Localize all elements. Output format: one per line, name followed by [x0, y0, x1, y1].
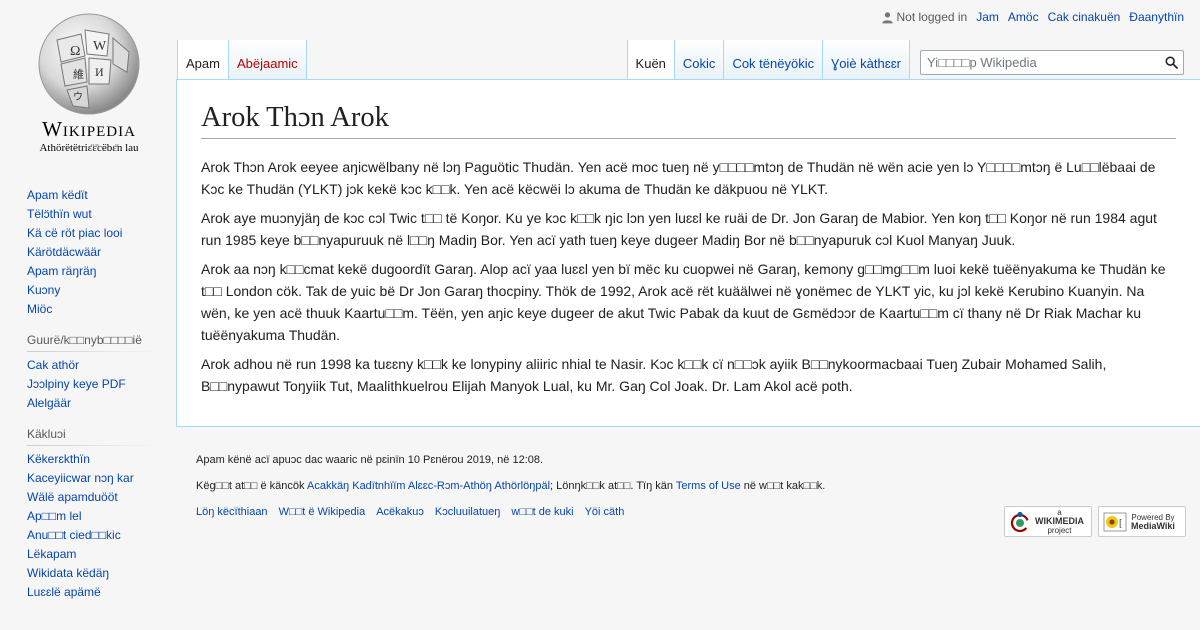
tab-talk[interactable]: Abëjaamic — [228, 40, 307, 80]
personal-tools: Not logged in Jam Amöc Cak cinakuën Ɖaan… — [881, 10, 1184, 24]
license-text-mid: ; Lönŋk□□k at□□. Tïŋ kän — [550, 480, 674, 492]
personal-link-login[interactable]: Ɖaanythïn — [1129, 10, 1184, 24]
search-box — [920, 50, 1184, 75]
sidebar-heading-print: Guurë/k□□nyb□□□□ië — [27, 333, 157, 352]
license-link[interactable]: Acakkäŋ Kadïtnhïïm Alɛɛc-Rɔm-Athöŋ Athör… — [307, 480, 550, 492]
wikimedia-badge-text: a WIKIMEDIA project — [1035, 508, 1084, 535]
sidebar-item-community-portal[interactable]: Tëlɔ̈thïn wut — [27, 207, 92, 221]
footer-icons: a WIKIMEDIA project [ Powered By MediaWi… — [1004, 506, 1186, 537]
sidebar-item-what-links-here[interactable]: Këkerɛkthïn — [27, 452, 90, 466]
license-text-pre: Këg□□t at□□ ë käncök — [196, 480, 305, 492]
personal-link-talk[interactable]: Jam — [976, 10, 999, 24]
page-title: Arok Thɔn Arok — [201, 100, 1176, 139]
wordmark: Wikipedia — [42, 117, 136, 141]
sidebar-item-main-page[interactable]: Apam këdït — [27, 188, 88, 202]
tab-edit-source[interactable]: Cok tënëyökic — [724, 40, 824, 80]
paragraph-1: Arok Thɔn Arok eeyee aŋicwëlbany në lɔŋ … — [201, 158, 1156, 197]
sidebar: Apam këdït Tëlɔ̈thïn wut Kä cë röt piac … — [27, 186, 157, 602]
footer-link-about[interactable]: W□□t ë Wikipedia — [279, 506, 366, 518]
footer-last-edited: Apam kënë acï apuɔc dac waaric në pɛinïn… — [196, 454, 544, 466]
paragraph-4: Arok adhou në run 1998 ka tuɛɛny k□□k ke… — [201, 355, 1107, 394]
tab-page[interactable]: Apam — [177, 40, 229, 80]
powered-by-mediawiki-badge[interactable]: [ Powered By MediaWiki — [1098, 506, 1186, 537]
license-text-post: në w□□t kak□□k. — [743, 480, 826, 492]
sidebar-tools: Këkerɛkthïn Kaceyiicwar nɔŋ kar Wälë apa… — [27, 450, 157, 602]
sidebar-print-export: Cak athör Jɔɔlpiny keye PDF Alelgäär — [27, 356, 157, 413]
sidebar-item-printable[interactable]: Alelgäär — [27, 396, 71, 410]
wikimedia-icon — [1010, 511, 1030, 532]
footer-link-disclaimers[interactable]: Acëkakuɔ — [376, 506, 424, 518]
sidebar-item-cite-page[interactable]: Luɛɛlë apämë — [27, 585, 101, 599]
footer-license: Këg□□t at□□ ë käncök Acakkäŋ Kadïtnhïïm … — [196, 480, 1186, 492]
svg-text:ウ: ウ — [73, 91, 83, 103]
footer-link-privacy[interactable]: Löŋ këcïthiaan — [196, 506, 268, 518]
svg-text:維: 維 — [73, 68, 84, 81]
tab-history[interactable]: Ɣoiè kàthɛɛr — [823, 40, 910, 80]
sidebar-item-permanent-link[interactable]: Anu□□t cied□□kic — [27, 528, 121, 542]
footer-link-cookie[interactable]: w□□t de kuki — [511, 506, 573, 518]
view-tabs: Kuën Cokic Cok tënëyökic Ɣoiè kàthɛɛr — [626, 40, 910, 80]
svg-text:W: W — [93, 39, 107, 54]
tagline: Athörëtëtriɛ̈ɛ̈cëbɛ̈n lau — [39, 142, 139, 154]
sidebar-item-wikidata-item[interactable]: Wikidata këdäŋ — [27, 566, 109, 580]
paragraph-2: Arok aye muɔnyjäŋ de kɔc cɔl Twic t□□ të… — [201, 209, 1157, 248]
sidebar-item-random-page[interactable]: Apam räŋräŋ — [27, 264, 96, 278]
wikimedia-project-badge[interactable]: a WIKIMEDIA project — [1004, 506, 1092, 537]
not-logged-in: Not logged in — [881, 10, 968, 24]
puzzle-globe-icon: Ω W И 維 ウ — [38, 13, 140, 115]
user-icon — [881, 11, 893, 23]
personal-link-create-account[interactable]: Cak cinakuën — [1048, 10, 1121, 24]
sidebar-item-special-pages[interactable]: Ap□□m lel — [27, 509, 82, 523]
sidebar-item-upload-file[interactable]: Wälë apamduööt — [27, 490, 118, 504]
tab-read[interactable]: Kuën — [626, 40, 675, 80]
sidebar-item-help[interactable]: Kuɔny — [27, 283, 60, 297]
footer-link-mobile[interactable]: Yöi cäth — [585, 506, 625, 518]
mediawiki-badge-text: Powered By MediaWiki — [1131, 512, 1175, 531]
footer-link-developers[interactable]: Kɔcluuilatueŋ — [435, 506, 500, 518]
sidebar-item-download-pdf[interactable]: Jɔɔlpiny keye PDF — [27, 377, 126, 391]
sidebar-item-recent-changes[interactable]: Kä cë röt piac looi — [27, 226, 122, 240]
search-icon — [1165, 56, 1178, 69]
main-content: Arok Thɔn Arok Arok Thɔn Arok eeyee aŋic… — [176, 79, 1200, 427]
namespace-tabs: Apam Abëjaamic — [177, 40, 307, 80]
search-button[interactable] — [1159, 51, 1183, 74]
tab-edit[interactable]: Cokic — [674, 40, 725, 80]
sidebar-item-related-changes[interactable]: Kaceyiicwar nɔŋ kar — [27, 471, 134, 485]
svg-text:Ω: Ω — [70, 44, 80, 59]
sidebar-navigation: Apam këdït Tëlɔ̈thïn wut Kä cë röt piac … — [27, 186, 157, 319]
footer: Apam kënë acï apuɔc dac waaric në pɛinïn… — [196, 454, 1186, 537]
sidebar-item-create-book[interactable]: Cak athör — [27, 358, 79, 372]
sidebar-item-donate[interactable]: Miöc — [27, 302, 52, 316]
search-input[interactable] — [921, 51, 1159, 74]
sidebar-item-current-events[interactable]: Kärötdäcwäär — [27, 245, 101, 259]
svg-text:И: И — [95, 65, 104, 79]
terms-of-use-link[interactable]: Terms of Use — [676, 480, 741, 492]
svg-text:[: [ — [1119, 518, 1122, 529]
sidebar-item-page-info[interactable]: Lëkapam — [27, 547, 76, 561]
not-logged-in-label: Not logged in — [896, 10, 968, 24]
paragraph-3: Arok aa nɔŋ k□□cmat kekë dugoordït Garaŋ… — [201, 260, 1166, 343]
personal-link-contributions[interactable]: Amöc — [1008, 10, 1039, 24]
mediawiki-sunflower-icon: [ — [1103, 512, 1127, 531]
wikipedia-logo[interactable]: Ω W И 維 ウ Wikipedia Athörëtëtriɛ̈ɛ̈cëbɛ̈… — [22, 12, 156, 154]
sidebar-heading-tools: Käkluɔi — [27, 427, 157, 446]
